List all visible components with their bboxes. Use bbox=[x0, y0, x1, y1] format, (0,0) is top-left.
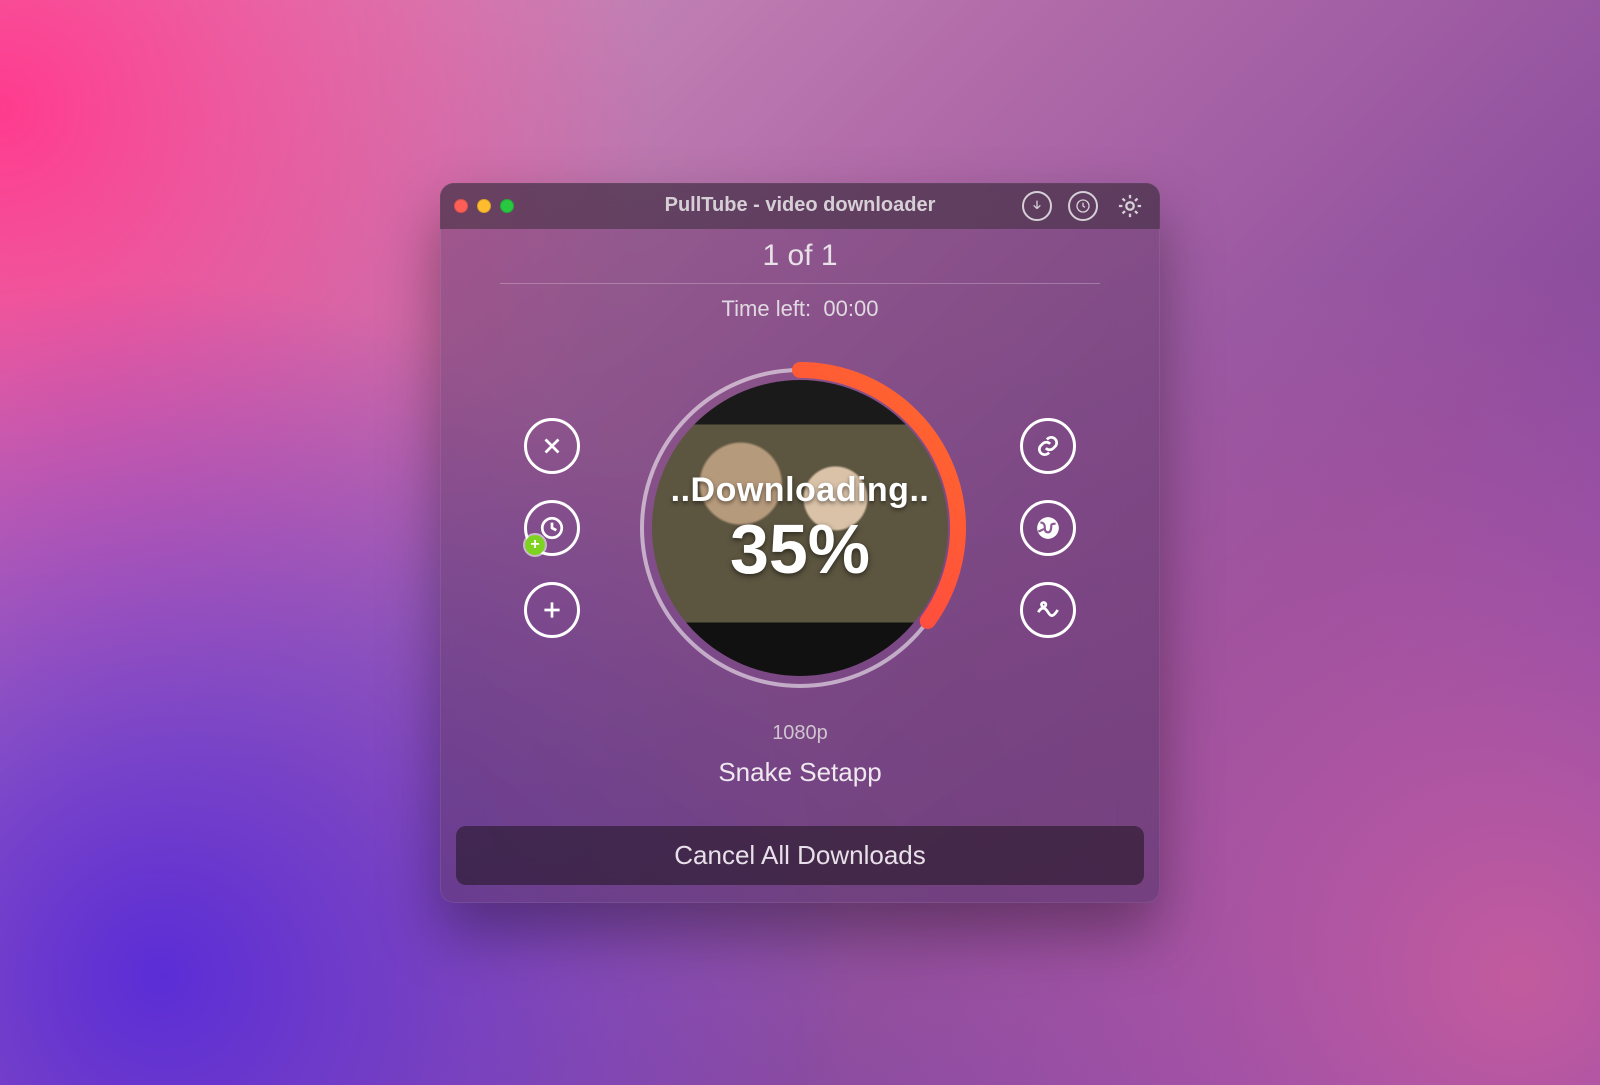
clock-icon bbox=[1075, 198, 1091, 214]
progress-ring: ..Downloading.. 35% bbox=[630, 358, 970, 698]
video-thumbnail[interactable]: ..Downloading.. 35% bbox=[652, 380, 948, 676]
link-icon bbox=[1035, 433, 1061, 459]
minimize-window-button[interactable] bbox=[477, 199, 491, 213]
video-meta: 1080p Snake Setapp bbox=[440, 708, 1160, 812]
add-download-button[interactable] bbox=[524, 582, 580, 638]
close-window-button[interactable] bbox=[454, 199, 468, 213]
titlebar-actions bbox=[1022, 190, 1146, 222]
app-window: PullTube - video downloader 1 of 1 Time … bbox=[440, 183, 1160, 903]
download-status-text: ..Downloading.. bbox=[671, 471, 930, 510]
plus-badge-icon: + bbox=[525, 535, 545, 555]
video-quality: 1080p bbox=[440, 722, 1160, 745]
close-icon bbox=[539, 433, 565, 459]
footer: Cancel All Downloads bbox=[440, 812, 1160, 903]
copy-link-button[interactable] bbox=[1020, 418, 1076, 474]
clock-icon bbox=[539, 515, 565, 541]
time-left-label: Time left: bbox=[722, 296, 812, 321]
titlebar: PullTube - video downloader bbox=[440, 183, 1160, 229]
cancel-download-button[interactable] bbox=[524, 418, 580, 474]
history-button[interactable] bbox=[1068, 191, 1098, 221]
video-title: Snake Setapp bbox=[440, 757, 1160, 788]
queue-counter: 1 of 1 bbox=[440, 229, 1160, 283]
time-left-value: 00:00 bbox=[823, 296, 878, 321]
schedule-download-button[interactable]: + bbox=[524, 500, 580, 556]
cancel-all-button[interactable]: Cancel All Downloads bbox=[456, 826, 1144, 885]
time-left-row: Time left: 00:00 bbox=[440, 284, 1160, 328]
window-controls bbox=[454, 199, 514, 213]
right-actions bbox=[1020, 418, 1076, 638]
zoom-window-button[interactable] bbox=[500, 199, 514, 213]
gear-icon bbox=[1116, 192, 1144, 220]
left-actions: + bbox=[524, 418, 580, 638]
open-in-browser-button[interactable] bbox=[1020, 500, 1076, 556]
image-icon bbox=[1035, 597, 1061, 623]
downloads-button[interactable] bbox=[1022, 191, 1052, 221]
download-arrow-icon bbox=[1029, 198, 1045, 214]
globe-icon bbox=[1035, 515, 1061, 541]
plus-icon bbox=[539, 597, 565, 623]
save-thumbnail-button[interactable] bbox=[1020, 582, 1076, 638]
download-progress-percent: 35% bbox=[730, 514, 870, 584]
settings-button[interactable] bbox=[1114, 190, 1146, 222]
main-content: + ..Downloading.. 35% bbox=[440, 328, 1160, 708]
